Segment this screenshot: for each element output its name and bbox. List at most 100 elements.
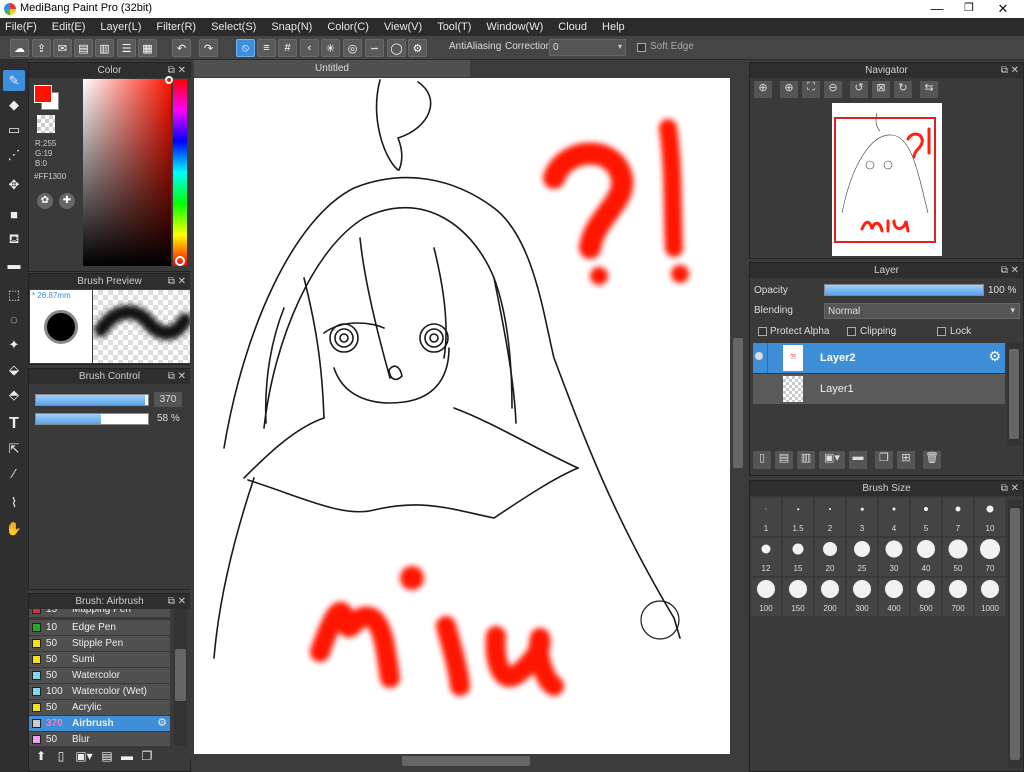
drawing-canvas[interactable] — [194, 78, 730, 754]
cloud-icon[interactable]: ☁ — [10, 39, 29, 57]
ellipse-snap-icon[interactable]: ◯ — [387, 39, 406, 57]
canvas-hscroll-thumb[interactable] — [402, 756, 530, 766]
brush-size-cell[interactable]: 200 — [815, 578, 845, 616]
circle-snap-icon[interactable]: ◎ — [343, 39, 362, 57]
brush-size-cell[interactable]: 15 — [783, 538, 813, 576]
brush-list-item[interactable]: 50 Blur — [29, 732, 170, 746]
brush-list-item-selected[interactable]: 370 Airbrush ⚙ — [29, 716, 170, 731]
menu-tool[interactable]: Tool(T) — [437, 21, 471, 33]
add-layer-menu-icon[interactable]: ▣▾ — [819, 451, 845, 469]
brush-size-cell[interactable]: 400 — [879, 578, 909, 616]
folder-icon[interactable]: ▬ — [849, 451, 867, 469]
panel-close-icon[interactable]: ⧉ ✕ — [168, 594, 186, 609]
operation-tool-icon[interactable]: ⇱ — [3, 438, 25, 459]
menu-layer[interactable]: Layer(L) — [100, 21, 141, 33]
soft-edge-checkbox[interactable] — [637, 43, 646, 52]
merge-layer-icon[interactable]: ⊞ — [897, 451, 915, 469]
maximize-button[interactable]: ❐ — [952, 0, 986, 18]
brush-size-cell[interactable]: 70 — [975, 538, 1005, 576]
rotate-right-icon[interactable]: ↻ — [894, 81, 912, 98]
palette-add-icon[interactable]: ✚ — [59, 193, 75, 209]
brush-list-item[interactable]: 50 Acrylic — [29, 700, 170, 715]
fill-shape-tool-icon[interactable]: ■ — [3, 204, 25, 225]
gear-icon[interactable]: ⚙ — [157, 716, 167, 731]
brush-size-value[interactable]: 370 — [154, 392, 182, 407]
blending-select[interactable]: Normal ▾ — [824, 303, 1020, 319]
close-button[interactable]: ✕ — [986, 0, 1020, 18]
fit-window-icon[interactable]: ⛶ — [802, 81, 820, 98]
duplicate-brush-icon[interactable]: ❐ — [139, 749, 155, 765]
eyedropper-tool-icon[interactable]: ⌇ — [3, 492, 25, 513]
brush-tool-icon[interactable]: ✎ — [3, 70, 25, 91]
zoom-in-icon[interactable]: ⊕ — [780, 81, 798, 98]
canvas-vertical-scrollbar[interactable] — [731, 78, 745, 754]
brush-list-item[interactable]: 50 Watercolor — [29, 668, 170, 683]
snap-off-icon[interactable]: ⦸ — [236, 39, 255, 57]
brush-list-item[interactable]: 100 Watercolor (Wet) — [29, 684, 170, 699]
zoom-fit-icon[interactable]: ⊕ — [754, 81, 772, 98]
menu-snap[interactable]: Snap(N) — [271, 21, 312, 33]
panel-close-icon[interactable]: ⧉ ✕ — [1001, 481, 1019, 496]
brush-size-cell[interactable]: 2 — [815, 498, 845, 536]
brush-size-cell[interactable]: 500 — [911, 578, 941, 616]
menu-view[interactable]: View(V) — [384, 21, 422, 33]
rotate-left-icon[interactable]: ↺ — [850, 81, 868, 98]
brush-size-cell[interactable]: 5 — [911, 498, 941, 536]
brush-size-cell[interactable]: 150 — [783, 578, 813, 616]
layer-row-layer2[interactable]: ?! Layer2 ⚙ — [753, 343, 1005, 373]
menu-window[interactable]: Window(W) — [486, 21, 543, 33]
layer-scroll-thumb[interactable] — [1009, 349, 1019, 439]
brush-size-cell[interactable]: 700 — [943, 578, 973, 616]
canvas-vscroll-thumb[interactable] — [733, 338, 743, 468]
brush-size-slider[interactable] — [35, 394, 149, 406]
chat-icon[interactable]: ▤ — [74, 39, 93, 57]
brush-cloud-icon[interactable]: ⬆ — [33, 749, 49, 765]
flip-icon[interactable]: ⇆ — [920, 81, 938, 98]
brush-size-cell[interactable]: 1 — [751, 498, 781, 536]
divide-tool-icon[interactable]: ⁄ — [3, 463, 25, 484]
brush-size-cell[interactable]: 100 — [751, 578, 781, 616]
snap-settings-icon[interactable]: ⚙ — [408, 39, 427, 57]
brush-size-cell[interactable]: 4 — [879, 498, 909, 536]
dot-tool-icon[interactable]: ⋰ — [3, 144, 25, 165]
protect-alpha-checkbox[interactable] — [758, 327, 767, 336]
eraser-tool-icon[interactable]: ◆ — [3, 94, 25, 115]
transparent-color-swatch[interactable] — [37, 115, 55, 133]
curve-snap-icon[interactable]: ∽ — [365, 39, 384, 57]
panel-close-icon[interactable]: ⧉ ✕ — [168, 369, 186, 384]
redo-icon[interactable]: ↷ — [199, 39, 218, 57]
lock-checkbox[interactable] — [937, 327, 946, 336]
new-8bit-layer-icon[interactable]: ▥ — [797, 451, 815, 469]
hue-slider-handle[interactable] — [175, 256, 185, 266]
brush-size-cell[interactable]: 300 — [847, 578, 877, 616]
select-pen-tool-icon[interactable]: ⬙ — [3, 359, 25, 380]
brush-size-scrollbar[interactable] — [1008, 500, 1022, 768]
new-halftone-layer-icon[interactable]: ▤ — [775, 451, 793, 469]
menu-select[interactable]: Select(S) — [211, 21, 256, 33]
brush-size-cell[interactable]: 20 — [815, 538, 845, 576]
gear-icon[interactable]: ⚙ — [988, 348, 1001, 365]
menu-file[interactable]: File(F) — [5, 21, 37, 33]
gradient-tool-icon[interactable]: ▬ — [3, 254, 25, 275]
reset-view-icon[interactable]: ⊠ — [872, 81, 890, 98]
lasso-tool-icon[interactable]: ◌ — [3, 309, 25, 330]
layer-opacity-slider[interactable] — [824, 284, 984, 296]
vanishing-snap-icon[interactable]: ‹ — [300, 39, 319, 57]
parallel-snap-icon[interactable]: ≡ — [257, 39, 276, 57]
brush-list-item[interactable]: 10 Edge Pen — [29, 620, 170, 635]
menu-edit[interactable]: Edit(E) — [52, 21, 86, 33]
move-tool-icon[interactable]: ✥ — [3, 174, 25, 195]
cross-snap-icon[interactable]: # — [278, 39, 297, 57]
brush-property-icon[interactable]: ▤ — [99, 749, 115, 765]
canvas-tab[interactable]: Untitled — [194, 60, 470, 77]
brush-list-scroll-thumb[interactable] — [175, 649, 186, 701]
hand-tool-icon[interactable]: ✋ — [3, 518, 25, 539]
duplicate-layer-icon[interactable]: ❐ — [875, 451, 893, 469]
navigator-thumbnail[interactable] — [832, 103, 942, 256]
trash-icon[interactable]: 🗑 — [923, 451, 941, 469]
brush-folder-icon[interactable]: ▬ — [119, 749, 135, 765]
text-tool-icon[interactable]: T — [3, 413, 25, 434]
new-layer-icon[interactable]: ▯ — [753, 451, 771, 469]
story-icon[interactable]: ▦ — [138, 39, 157, 57]
menu-color[interactable]: Color(C) — [327, 21, 369, 33]
